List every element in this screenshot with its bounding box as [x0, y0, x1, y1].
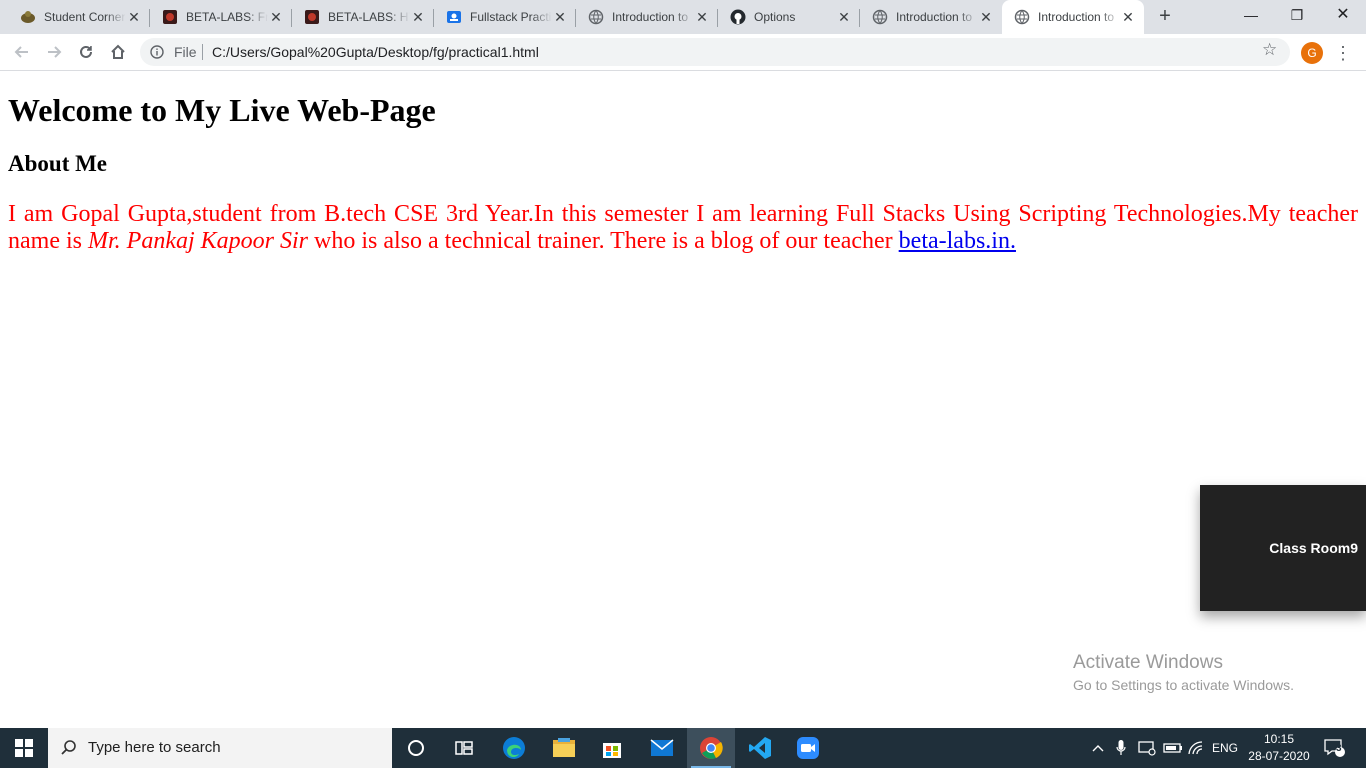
tab-title: Student Corner: [44, 10, 126, 24]
chevron-up-icon: [1092, 745, 1104, 752]
file-explorer-icon[interactable]: [540, 728, 588, 768]
wifi-icon[interactable]: [1188, 728, 1204, 768]
tab-introduction-1[interactable]: Introduction to ✕: [576, 0, 718, 34]
taskbar-clock[interactable]: 10:15 28-07-2020: [1244, 731, 1314, 765]
chrome-icon[interactable]: [687, 728, 735, 768]
tab-betalabs-html[interactable]: BETA-LABS: HTML ✕: [292, 0, 434, 34]
tab-title: BETA-LABS: From: [186, 10, 268, 24]
profile-avatar[interactable]: G: [1301, 42, 1323, 64]
close-tab-icon[interactable]: ✕: [126, 9, 142, 25]
reload-icon: [80, 45, 92, 58]
home-button[interactable]: [106, 40, 130, 64]
page-heading: Welcome to My Live Web-Page: [8, 92, 436, 128]
edge-icon[interactable]: [490, 728, 538, 768]
vscode-icon[interactable]: [736, 728, 784, 768]
windows-logo-icon: [15, 739, 33, 757]
tab-title: BETA-LABS: HTML: [328, 10, 410, 24]
back-arrow-icon: [14, 46, 28, 58]
activate-windows-watermark: Activate Windows Go to Settings to activ…: [1073, 652, 1294, 693]
mail-icon[interactable]: [638, 728, 686, 768]
close-window-button[interactable]: ✕: [1320, 0, 1366, 34]
activate-subtitle: Go to Settings to activate Windows.: [1073, 677, 1294, 693]
close-tab-icon[interactable]: ✕: [1120, 9, 1136, 25]
close-tab-icon[interactable]: ✕: [410, 9, 426, 25]
globe-icon: [1014, 9, 1030, 25]
search-placeholder: Type here to search: [88, 739, 221, 756]
start-button[interactable]: [0, 728, 48, 768]
windows-taskbar: Type here to search ENG 10:15 28-07-2020…: [0, 728, 1366, 768]
new-tab-button[interactable]: +: [1153, 5, 1177, 29]
close-tab-icon[interactable]: ✕: [552, 9, 568, 25]
github-icon: [730, 9, 746, 25]
paragraph-text-2: who is also a technical trainer. There i…: [308, 228, 899, 254]
search-icon: [61, 740, 76, 755]
tab-introduction-2[interactable]: Introduction to ✕: [860, 0, 1002, 34]
reload-button[interactable]: [74, 40, 98, 64]
participant-name: Class Room9: [1269, 540, 1358, 556]
close-tab-icon[interactable]: ✕: [694, 9, 710, 25]
tab-betalabs-from[interactable]: BETA-LABS: From ✕: [150, 0, 292, 34]
tab-title: Introduction to: [612, 10, 689, 24]
tab-title: Options: [754, 10, 796, 24]
back-button[interactable]: [10, 40, 34, 64]
show-hidden-icons[interactable]: [1092, 728, 1104, 768]
microphone-icon[interactable]: [1116, 728, 1126, 768]
url-text[interactable]: C:/Users/Gopal%20Gupta/Desktop/fg/practi…: [212, 44, 539, 60]
browser-menu-icon[interactable]: ⋮: [1334, 42, 1352, 64]
tab-student-corner[interactable]: Student Corner ✕: [8, 0, 150, 34]
address-bar[interactable]: File C:/Users/Gopal%20Gupta/Desktop/fg/p…: [140, 38, 1290, 66]
notification-count: 3: [1336, 743, 1342, 754]
taskbar-search-box[interactable]: Type here to search: [48, 728, 392, 768]
minimize-button[interactable]: —: [1228, 0, 1274, 34]
clock-time: 10:15: [1263, 732, 1295, 746]
restore-button[interactable]: ❐: [1274, 0, 1320, 34]
clock-date: 28-07-2020: [1248, 749, 1310, 763]
tab-fullstack-practical[interactable]: Fullstack Practical ✕: [434, 0, 576, 34]
notification-center-icon[interactable]: 3: [1324, 728, 1346, 768]
info-icon[interactable]: [150, 45, 164, 59]
classroom-icon: [446, 9, 462, 25]
display-icon[interactable]: [1138, 728, 1156, 768]
tab-title: Fullstack Practical: [470, 10, 552, 24]
language-indicator[interactable]: ENG: [1212, 728, 1238, 768]
tab-title: Introduction to: [896, 10, 973, 24]
betalabs-icon: [304, 9, 320, 25]
task-view-icon[interactable]: [440, 728, 488, 768]
home-icon: [111, 44, 125, 59]
activate-title: Activate Windows: [1073, 652, 1223, 673]
tab-options[interactable]: Options ✕: [718, 0, 860, 34]
forward-arrow-icon: [48, 46, 62, 58]
close-tab-icon[interactable]: ✕: [836, 9, 852, 25]
close-tab-icon[interactable]: ✕: [268, 9, 284, 25]
store-icon[interactable]: [588, 728, 636, 768]
betalabs-icon: [162, 9, 178, 25]
tab-title: Introduction to: [1038, 10, 1115, 24]
browser-tab-strip: Student Corner ✕ BETA-LABS: From ✕ BETA-…: [0, 0, 1366, 34]
zoom-icon[interactable]: [784, 728, 832, 768]
scheme-label: File: [174, 44, 197, 60]
tab-introduction-active[interactable]: Introduction to ✕: [1002, 0, 1144, 34]
blog-link[interactable]: beta-labs.in.: [899, 228, 1016, 254]
globe-icon: [872, 9, 888, 25]
zoom-video-tile[interactable]: Class Room9: [1200, 485, 1366, 611]
battery-icon[interactable]: [1163, 728, 1183, 768]
cortana-icon[interactable]: [392, 728, 440, 768]
close-tab-icon[interactable]: ✕: [978, 9, 994, 25]
student-icon: [20, 9, 36, 25]
page-subheading: About Me: [8, 151, 108, 176]
bookmark-star-icon[interactable]: ☆: [1262, 40, 1277, 60]
globe-icon: [588, 9, 604, 25]
browser-toolbar: File C:/Users/Gopal%20Gupta/Desktop/fg/p…: [0, 34, 1366, 71]
about-paragraph: I am Gopal Gupta,student from B.tech CSE…: [8, 201, 1358, 255]
teacher-name: Mr. Pankaj Kapoor Sir: [87, 228, 308, 254]
forward-button[interactable]: [42, 40, 66, 64]
page-content: Welcome to My Live Web-Page About Me I a…: [0, 71, 1366, 728]
